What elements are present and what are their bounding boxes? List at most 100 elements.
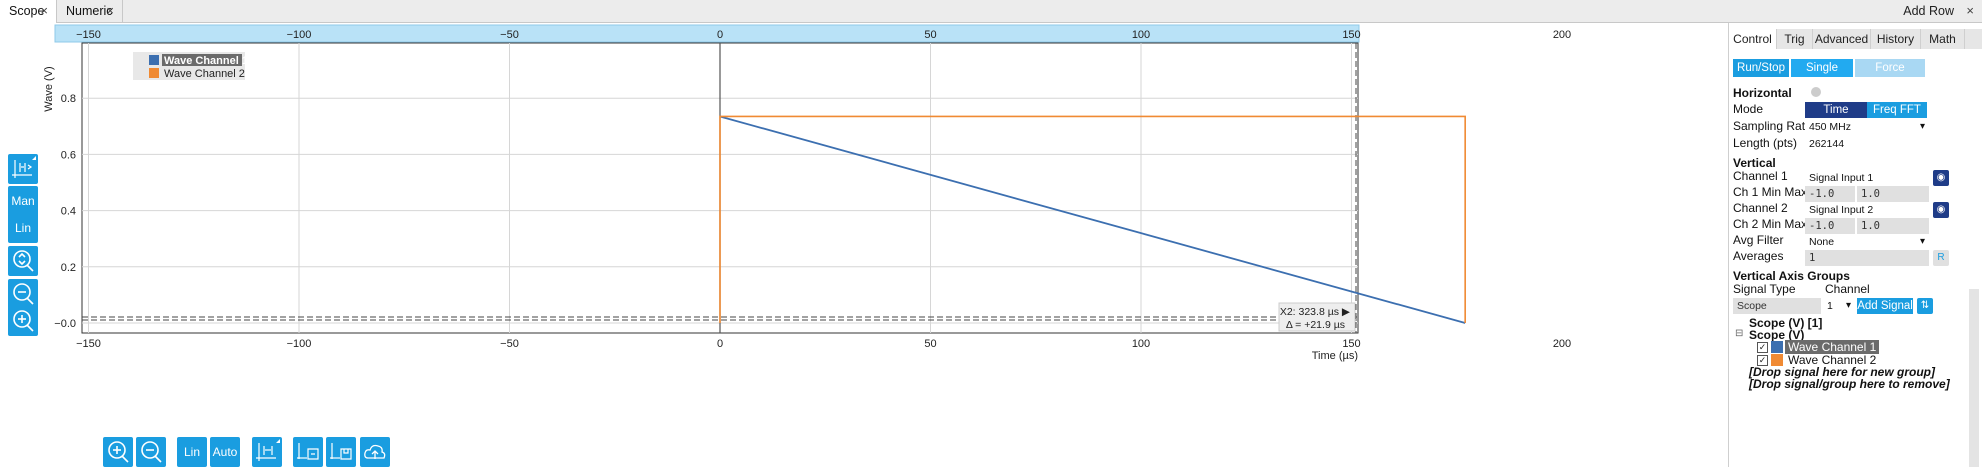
top-axis-band	[54, 24, 1360, 43]
close-icon[interactable]: ×	[40, 0, 48, 22]
length-input[interactable]: 262144	[1805, 136, 1929, 152]
zoom-out-icon[interactable]	[8, 279, 38, 309]
x-tick-label: 50	[924, 338, 936, 350]
channel2-label: Channel 2	[1733, 201, 1788, 215]
top-x-tick-label: 200	[1553, 29, 1571, 41]
y-axis-label: Wave (V)	[43, 66, 55, 111]
mode-label: Mode	[1733, 102, 1764, 116]
export-icon[interactable]	[293, 437, 323, 467]
man-button[interactable]: Man	[8, 186, 38, 216]
force-button[interactable]: Force	[1855, 59, 1925, 77]
ch2-min-input[interactable]: -1.0	[1805, 218, 1855, 234]
tab-math[interactable]: Math	[1921, 29, 1965, 49]
wave-ch1-color-swatch	[1771, 341, 1783, 353]
control-tabs: Control Trig Advanced History Math	[1729, 29, 1982, 49]
tree-options-icon[interactable]: ⇅	[1917, 298, 1933, 314]
mode-fft-button[interactable]: Freq FFT	[1867, 102, 1927, 118]
top-x-tick-label: 0	[717, 29, 723, 41]
top-x-tick-label: −100	[287, 29, 312, 41]
lin-button[interactable]: Lin	[8, 213, 38, 243]
ch1-minmax-label: Ch 1 Min Max	[1733, 185, 1808, 199]
tab-history[interactable]: History	[1871, 29, 1921, 49]
save-icon[interactable]	[326, 437, 356, 467]
channel-select[interactable]: 1	[1823, 298, 1855, 314]
run-stop-button[interactable]: Run/Stop	[1733, 59, 1789, 77]
legend-entry: Wave Channel 2	[164, 68, 245, 80]
y-tick-label: 0.4	[61, 206, 76, 218]
add-row-button[interactable]: Add Row	[1903, 0, 1954, 22]
cursor-delta-readout: Δ = +21.9 µs	[1286, 319, 1345, 331]
tab-trig[interactable]: Trig	[1777, 29, 1813, 49]
signal-type-label: Signal Type	[1733, 282, 1796, 296]
x-axis-label: Time (µs)	[1312, 350, 1358, 362]
tab-bar: Scope × Numeric × Add Row ×	[0, 0, 1982, 23]
zoom-fit-vertical-icon[interactable]	[8, 246, 38, 276]
axis-mode-icon[interactable]	[8, 154, 38, 184]
top-x-tick-label: −50	[500, 29, 519, 41]
ch1-max-input[interactable]: 1.0	[1857, 186, 1929, 202]
top-x-tick-label: 100	[1132, 29, 1150, 41]
x-tick-label: −100	[287, 338, 312, 350]
zoom-in-icon[interactable]	[103, 437, 133, 467]
channel2-enable-icon[interactable]: ◉	[1933, 202, 1949, 218]
tab-scope-label: Scope	[9, 4, 45, 18]
channel1-select[interactable]: Signal Input 1	[1805, 170, 1913, 186]
zoom-in-icon[interactable]	[8, 306, 38, 336]
sampling-rate-label: Sampling Rate	[1733, 119, 1812, 133]
length-label: Length (pts)	[1733, 136, 1798, 150]
y-tick-label: 0.6	[61, 149, 76, 161]
horizontal-header: Horizontal	[1733, 86, 1792, 100]
sampling-rate-select[interactable]: 450 MHz	[1805, 119, 1929, 135]
signal-type-select[interactable]: Scope	[1733, 298, 1821, 314]
tab-advanced[interactable]: Advanced	[1813, 29, 1871, 49]
y-tick-label: −0.0	[54, 318, 76, 330]
single-button[interactable]: Single	[1791, 59, 1853, 77]
status-led-icon	[1811, 87, 1821, 97]
lin-button[interactable]: Lin	[177, 437, 207, 467]
auto-button[interactable]: Auto	[210, 437, 240, 467]
top-x-tick-label: −150	[76, 29, 101, 41]
averages-reset-button[interactable]: R	[1933, 250, 1949, 266]
x-tick-label: 200	[1553, 338, 1571, 350]
tree-item-wave-channel-1[interactable]: Wave Channel 1	[1785, 340, 1880, 354]
drop-remove-target[interactable]: [Drop signal/group here to remove]	[1749, 377, 1950, 391]
legend-entry: Wave Channel 1	[164, 55, 248, 67]
control-panel: Control Trig Advanced History Math Run/S…	[1728, 23, 1982, 467]
collapse-icon[interactable]: ⊟	[1735, 328, 1743, 339]
top-x-tick-label: 150	[1342, 29, 1360, 41]
cloud-upload-icon[interactable]	[360, 437, 390, 467]
channel1-enable-icon[interactable]: ◉	[1933, 170, 1949, 186]
y-tick-label: 0.2	[61, 262, 76, 274]
vertical-header: Vertical	[1733, 156, 1776, 170]
legend-swatch	[149, 68, 159, 78]
x-tick-label: 0	[717, 338, 723, 350]
panel-scrollbar[interactable]	[1969, 289, 1979, 467]
mode-time-button[interactable]: Time	[1805, 102, 1867, 118]
add-signal-button[interactable]: Add Signal	[1857, 298, 1913, 314]
top-x-tick-label: 50	[924, 29, 936, 41]
close-icon[interactable]: ×	[106, 0, 114, 22]
tab-control[interactable]: Control	[1729, 29, 1777, 49]
averages-label: Averages	[1733, 249, 1784, 263]
axis-groups-header: Vertical Axis Groups	[1733, 269, 1850, 283]
y-tick-label: 0.8	[61, 93, 76, 105]
ch2-minmax-label: Ch 2 Min Max	[1733, 217, 1808, 231]
cursor-x2-readout: X2: 323.8 µs ▶	[1280, 306, 1351, 318]
channel2-select[interactable]: Signal Input 2	[1805, 202, 1913, 218]
ch1-min-input[interactable]: -1.0	[1805, 186, 1855, 202]
channel-label: Channel	[1825, 282, 1870, 296]
tab-scope[interactable]: Scope ×	[0, 0, 57, 23]
cursor-mode-icon[interactable]	[252, 437, 282, 467]
zoom-out-icon[interactable]	[136, 437, 166, 467]
channel1-label: Channel 1	[1733, 169, 1788, 183]
x-tick-label: 100	[1132, 338, 1150, 350]
avg-filter-select[interactable]: None	[1805, 234, 1929, 250]
wave-ch1-checkbox[interactable]: ✓	[1757, 342, 1768, 353]
averages-input[interactable]: 1	[1805, 250, 1929, 266]
close-icon[interactable]: ×	[1966, 0, 1974, 22]
scope-plot[interactable]: −0.00.20.40.60.8300−250−200−150−100−5005…	[0, 23, 1725, 467]
ch2-max-input[interactable]: 1.0	[1857, 218, 1929, 234]
tab-numeric[interactable]: Numeric ×	[57, 0, 123, 23]
x-tick-label: 150	[1342, 338, 1360, 350]
avg-filter-label: Avg Filter	[1733, 233, 1784, 247]
